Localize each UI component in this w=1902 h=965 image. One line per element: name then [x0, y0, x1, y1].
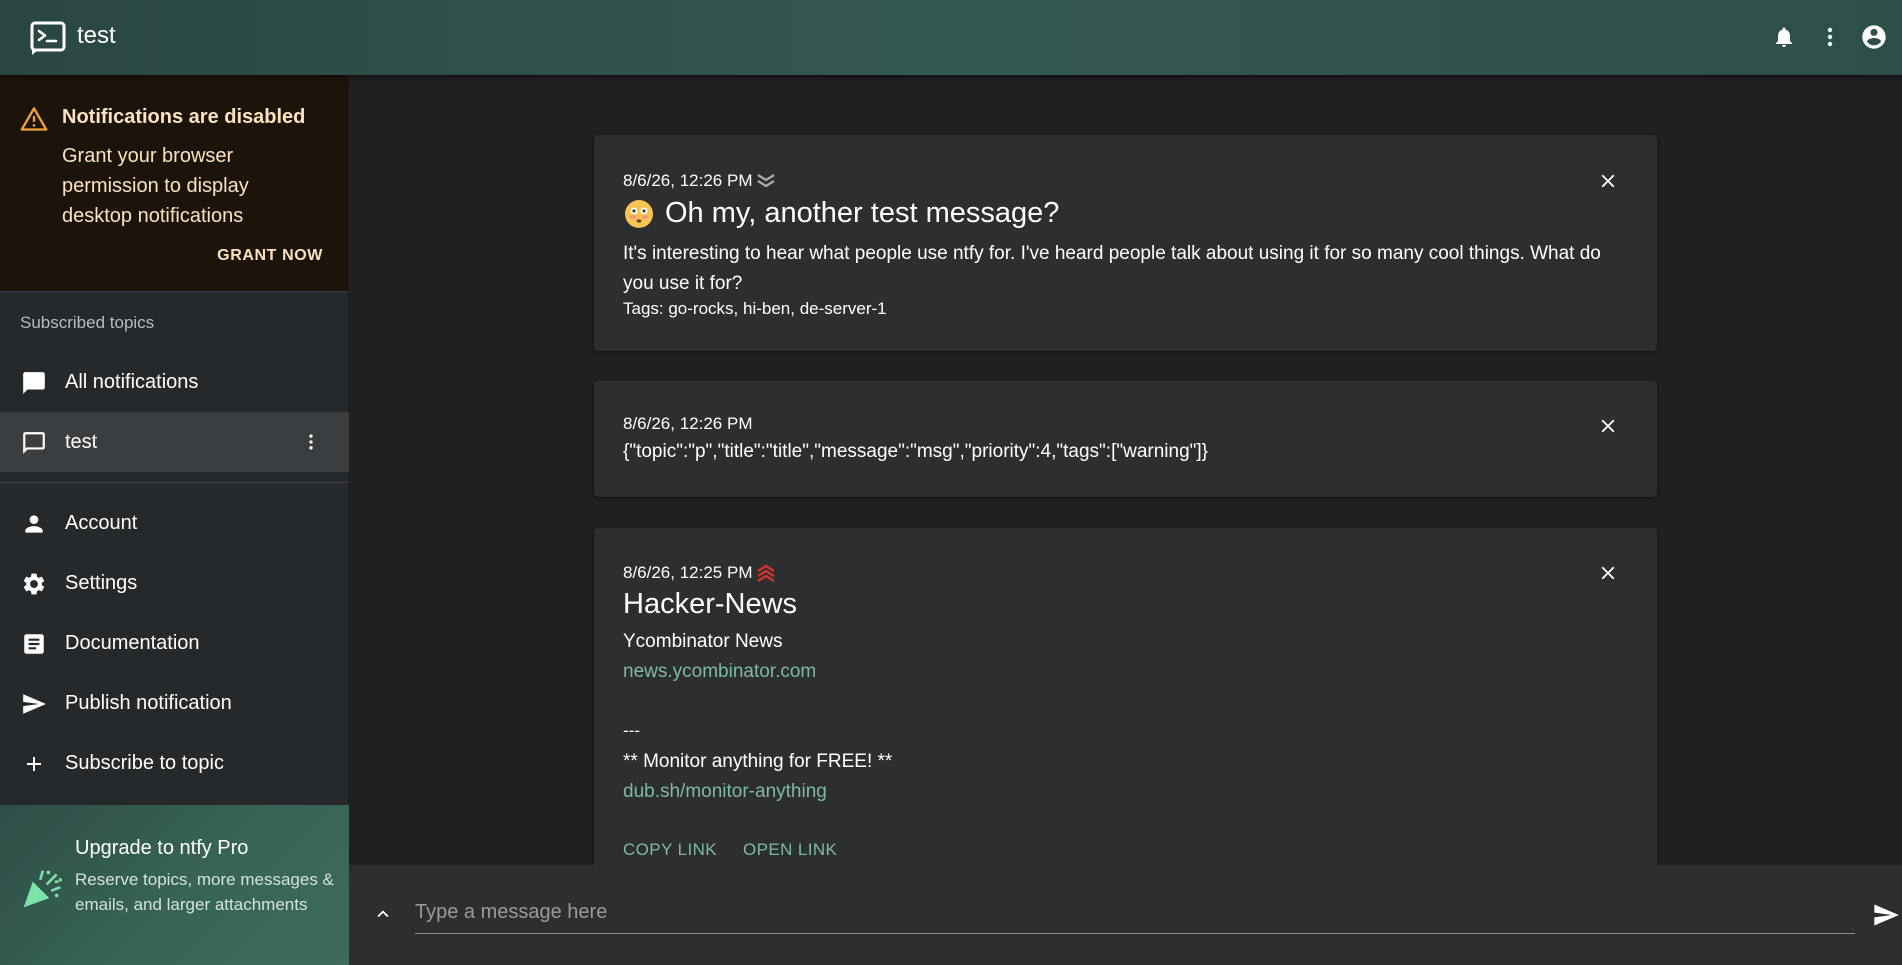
person-icon	[20, 510, 48, 538]
close-icon[interactable]	[1595, 413, 1621, 439]
notification-title-row: Oh my, another test message?	[623, 197, 1059, 230]
app-bar: test	[0, 0, 1902, 75]
notification-line: Ycombinator News	[623, 631, 783, 652]
copy-link-button[interactable]: COPY LINK	[623, 840, 717, 860]
alert-title: Notifications are disabled	[62, 106, 306, 128]
notification-link[interactable]: dub.sh/monitor-anything	[623, 781, 827, 803]
notification-card: 8/6/26, 12:26 PM Oh my, another test mes…	[594, 135, 1657, 351]
topic-more-icon[interactable]	[299, 430, 323, 454]
subscribed-topics-label: Subscribed topics	[20, 313, 155, 332]
upgrade-banner[interactable]: Upgrade to ntfy Pro Reserve topics, more…	[0, 805, 349, 965]
sidebar-item-documentation[interactable]: Documentation	[0, 613, 349, 673]
open-link-button[interactable]: OPEN LINK	[743, 840, 837, 860]
message-input[interactable]	[415, 892, 1855, 934]
upgrade-title: Upgrade to ntfy Pro	[75, 837, 249, 859]
send-icon	[20, 690, 48, 718]
notification-timestamp-row: 8/6/26, 12:26 PM	[623, 171, 776, 191]
upgrade-body: Reserve topics, more messages & emails, …	[75, 870, 334, 914]
sidebar-item-topic-test[interactable]: test	[0, 412, 349, 472]
chat-bubble-icon	[20, 369, 48, 397]
notification-line: ---	[623, 721, 640, 740]
send-icon[interactable]	[1870, 899, 1902, 931]
app-title: test	[77, 22, 116, 49]
sidebar: Notifications are disabled Grant your br…	[0, 75, 349, 965]
chat-outline-icon	[20, 429, 48, 457]
notification-timestamp: 8/6/26, 12:26 PM	[623, 414, 753, 433]
more-vert-icon[interactable]	[1814, 21, 1846, 53]
sidebar-item-publish-notification[interactable]: Publish notification	[0, 673, 349, 733]
sidebar-item-all-notifications[interactable]: All notifications	[0, 352, 349, 412]
flushed-face-emoji-icon	[623, 198, 655, 230]
grant-now-button[interactable]: GRANT NOW	[217, 247, 323, 265]
account-circle-icon[interactable]	[1858, 21, 1890, 53]
priority-low-icon	[756, 172, 776, 190]
notification-card: 8/6/26, 12:25 PM Hacker-News Ycombinator…	[594, 528, 1657, 865]
sidebar-item-subscribe-to-topic[interactable]: Subscribe to topic	[0, 733, 349, 793]
notification-card: 8/6/26, 12:26 PM {"topic":"p","title":"t…	[594, 381, 1657, 497]
sidebar-item-label: Publish notification	[65, 691, 232, 714]
celebration-icon	[20, 867, 64, 911]
notification-timestamp: 8/6/26, 12:25 PM	[623, 563, 753, 582]
sidebar-item-settings[interactable]: Settings	[0, 553, 349, 613]
chevron-up-icon[interactable]	[369, 900, 397, 928]
alert-body: Grant your browser permission to display…	[62, 145, 249, 227]
notification-timestamp: 8/6/26, 12:26 PM	[623, 171, 753, 190]
sidebar-item-label: Settings	[65, 571, 138, 594]
sidebar-item-label: Account	[65, 511, 138, 534]
notification-message: It's interesting to hear what people use…	[623, 243, 1601, 294]
notification-message: {"topic":"p","title":"title","message":"…	[623, 441, 1209, 462]
notification-list: 8/6/26, 12:26 PM Oh my, another test mes…	[349, 75, 1902, 865]
notification-link[interactable]: news.ycombinator.com	[623, 661, 816, 683]
sidebar-item-account[interactable]: Account	[0, 493, 349, 553]
gear-icon	[20, 570, 48, 598]
sidebar-item-label: test	[65, 430, 98, 453]
sidebar-item-label: Subscribe to topic	[65, 751, 224, 774]
warning-icon	[20, 106, 48, 132]
notification-line: ** Monitor anything for FREE! **	[623, 751, 893, 772]
notification-title: Oh my, another test message?	[665, 197, 1060, 229]
sidebar-item-label: Documentation	[65, 631, 200, 654]
bell-icon[interactable]	[1768, 21, 1800, 53]
ntfy-logo-icon	[30, 20, 66, 56]
notification-timestamp-row: 8/6/26, 12:25 PM	[623, 563, 776, 583]
notification-title: Hacker-News	[623, 588, 798, 620]
sidebar-divider	[0, 482, 349, 483]
article-icon	[20, 630, 48, 658]
message-composer	[349, 865, 1902, 965]
close-icon[interactable]	[1595, 168, 1621, 194]
notifications-disabled-alert: Notifications are disabled Grant your br…	[0, 75, 349, 292]
sidebar-item-label: All notifications	[65, 370, 199, 393]
close-icon[interactable]	[1595, 560, 1621, 586]
priority-max-icon	[756, 563, 776, 583]
notification-tags: Tags: go-rocks, hi-ben, de-server-1	[623, 299, 887, 318]
plus-icon	[20, 750, 48, 778]
notification-timestamp-row: 8/6/26, 12:26 PM	[623, 414, 752, 434]
